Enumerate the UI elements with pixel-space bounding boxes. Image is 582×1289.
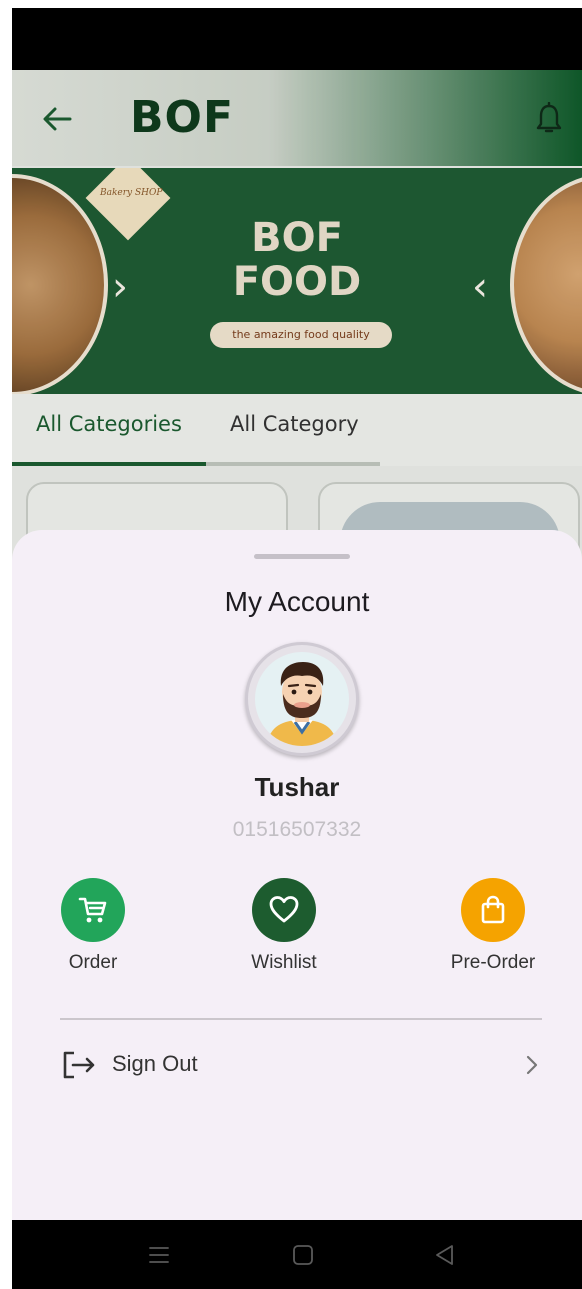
cart-icon: [78, 897, 107, 923]
phone-screen: BOF Bakery SHOP › ‹ BOF FOOD the amazing…: [12, 8, 582, 1289]
order-label: Order: [68, 952, 118, 973]
order-icon-circle: [61, 878, 125, 942]
user-phone: 01516507332: [232, 818, 362, 841]
home-icon[interactable]: [290, 1242, 316, 1268]
shopping-bag-icon: [481, 895, 505, 924]
pre-order-button[interactable]: Pre-Order: [428, 878, 558, 974]
pre-order-label: Pre-Order: [450, 952, 536, 973]
avatar-image: [255, 652, 349, 746]
sign-out-row[interactable]: Sign Out: [52, 1040, 552, 1090]
heart-icon: [269, 896, 299, 923]
user-name: Tushar: [254, 772, 340, 802]
wishlist-label: Wishlist: [251, 952, 317, 973]
pre-order-icon-circle: [461, 878, 525, 942]
drag-handle[interactable]: [254, 554, 350, 559]
account-bottom-sheet: My Account Tushar 01516507332 Order Wish…: [12, 530, 582, 1220]
avatar[interactable]: [245, 642, 359, 756]
wishlist-button[interactable]: Wishlist: [219, 878, 349, 974]
system-navigation-bar: [12, 1220, 582, 1289]
sheet-title: My Account: [224, 586, 370, 617]
wishlist-icon-circle: [252, 878, 316, 942]
back-triangle-icon[interactable]: [432, 1242, 458, 1268]
order-button[interactable]: Order: [28, 878, 158, 974]
man-avatar-icon: [267, 662, 337, 746]
sign-out-label: Sign Out: [112, 1051, 198, 1076]
recent-apps-icon[interactable]: [146, 1242, 172, 1268]
divider: [60, 1018, 542, 1020]
chevron-right-icon: [526, 1055, 538, 1075]
logout-icon: [63, 1051, 95, 1079]
